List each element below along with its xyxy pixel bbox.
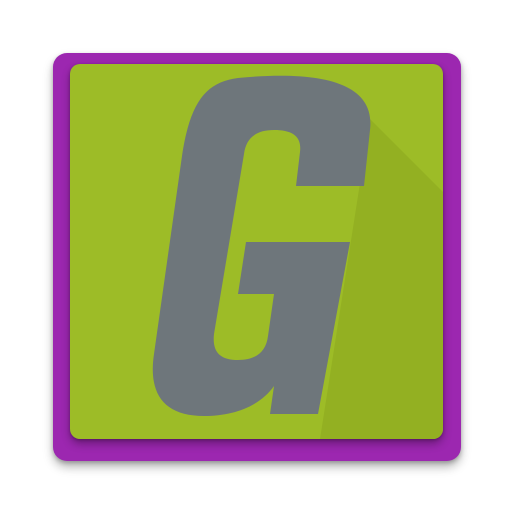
app-icon[interactable]: G [53,53,461,461]
app-icon-stage: G [0,0,512,512]
letter-g-icon [152,75,371,416]
icon-panel: G [70,64,443,439]
letter-g-shape [152,75,371,416]
